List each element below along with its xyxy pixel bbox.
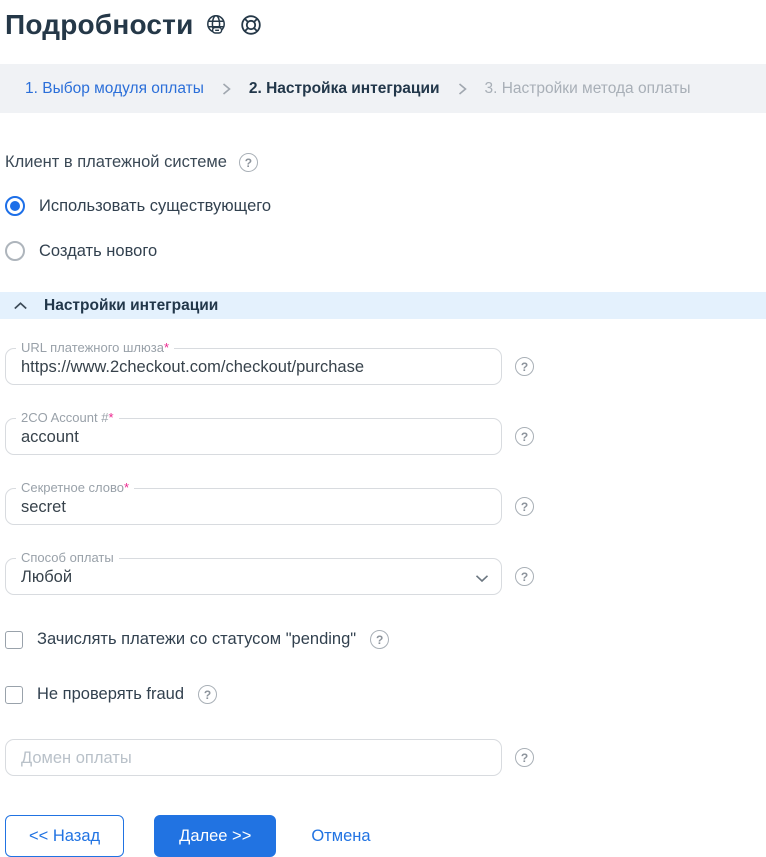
help-icon[interactable]: ? <box>198 685 217 704</box>
pending-checkbox-row[interactable]: Зачислять платежи со статусом "pending" … <box>5 630 766 649</box>
secret-word-field[interactable]: Секретное слово* <box>5 480 502 525</box>
payment-method-select[interactable]: Способ оплаты <box>5 550 502 595</box>
payment-domain-row: ? <box>5 739 766 776</box>
required-mark: * <box>163 340 170 355</box>
chevron-right-icon <box>457 82 468 96</box>
wizard-steps: 1. Выбор модуля оплаты 2. Настройка инте… <box>0 64 766 113</box>
step-3: 3. Настройки метода оплаты <box>484 79 691 97</box>
help-icon[interactable]: ? <box>515 567 534 586</box>
account-row: 2CO Account #* ? <box>5 410 766 455</box>
cancel-button[interactable]: Отмена <box>305 826 376 847</box>
globe-link-icon[interactable] <box>204 13 228 37</box>
secret-word-label: Секретное слово* <box>16 480 135 495</box>
checkbox-unchecked-icon[interactable] <box>5 630 23 649</box>
help-icon[interactable]: ? <box>238 153 258 172</box>
step-1[interactable]: 1. Выбор модуля оплаты <box>25 80 204 98</box>
help-icon[interactable]: ? <box>515 497 534 516</box>
help-icon[interactable]: ? <box>370 630 390 649</box>
radio-use-existing[interactable]: Использовать существующего <box>5 196 766 216</box>
gateway-url-row: URL платежного шлюза* ? <box>5 340 766 385</box>
radio-use-existing-label: Использовать существующего <box>39 196 272 215</box>
gateway-url-label: URL платежного шлюза* <box>16 340 175 355</box>
client-system-label-row: Клиент в платежной системе ? <box>5 153 766 172</box>
back-button[interactable]: << Назад <box>5 815 125 857</box>
radio-create-new[interactable]: Создать нового <box>5 241 766 261</box>
account-field[interactable]: 2CO Account #* <box>5 410 502 455</box>
step-2: 2. Настройка интеграции <box>248 79 440 97</box>
lifebuoy-icon[interactable] <box>239 13 263 37</box>
help-icon[interactable]: ? <box>515 357 534 376</box>
help-icon[interactable]: ? <box>515 427 534 446</box>
secret-word-row: Секретное слово* ? <box>5 480 766 525</box>
page-header: Подробности <box>0 0 766 42</box>
gateway-url-field[interactable]: URL платежного шлюза* <box>5 340 502 385</box>
chevron-right-icon <box>221 82 232 96</box>
help-icon[interactable]: ? <box>515 748 534 767</box>
client-system-label: Клиент в платежной системе <box>5 153 227 171</box>
integration-settings-header[interactable]: Настройки интеграции <box>0 292 766 319</box>
payment-method-label: Способ оплаты <box>16 550 119 565</box>
required-mark: * <box>124 480 130 495</box>
fraud-checkbox-label: Не проверять fraud <box>37 685 184 703</box>
next-button[interactable]: Далее >> <box>154 815 277 857</box>
wizard-footer: << Назад Далее >> Отмена <box>5 815 766 857</box>
payment-method-row: Способ оплаты ? <box>5 550 766 595</box>
checkbox-unchecked-icon[interactable] <box>5 685 23 704</box>
radio-create-new-label: Создать нового <box>39 241 158 260</box>
payment-domain-input[interactable] <box>5 739 502 776</box>
fraud-checkbox-row[interactable]: Не проверять fraud ? <box>5 685 766 704</box>
integration-settings-title: Настройки интеграции <box>44 296 219 314</box>
pending-checkbox-label: Зачислять платежи со статусом "pending" <box>37 630 357 648</box>
payment-domain-field[interactable] <box>5 739 502 776</box>
radio-unselected-icon[interactable] <box>5 241 25 261</box>
chevron-up-icon[interactable] <box>13 301 28 311</box>
radio-selected-icon[interactable] <box>5 196 25 216</box>
page-title: Подробности <box>5 8 194 40</box>
required-mark: * <box>108 410 114 425</box>
account-label: 2CO Account #* <box>16 410 119 425</box>
